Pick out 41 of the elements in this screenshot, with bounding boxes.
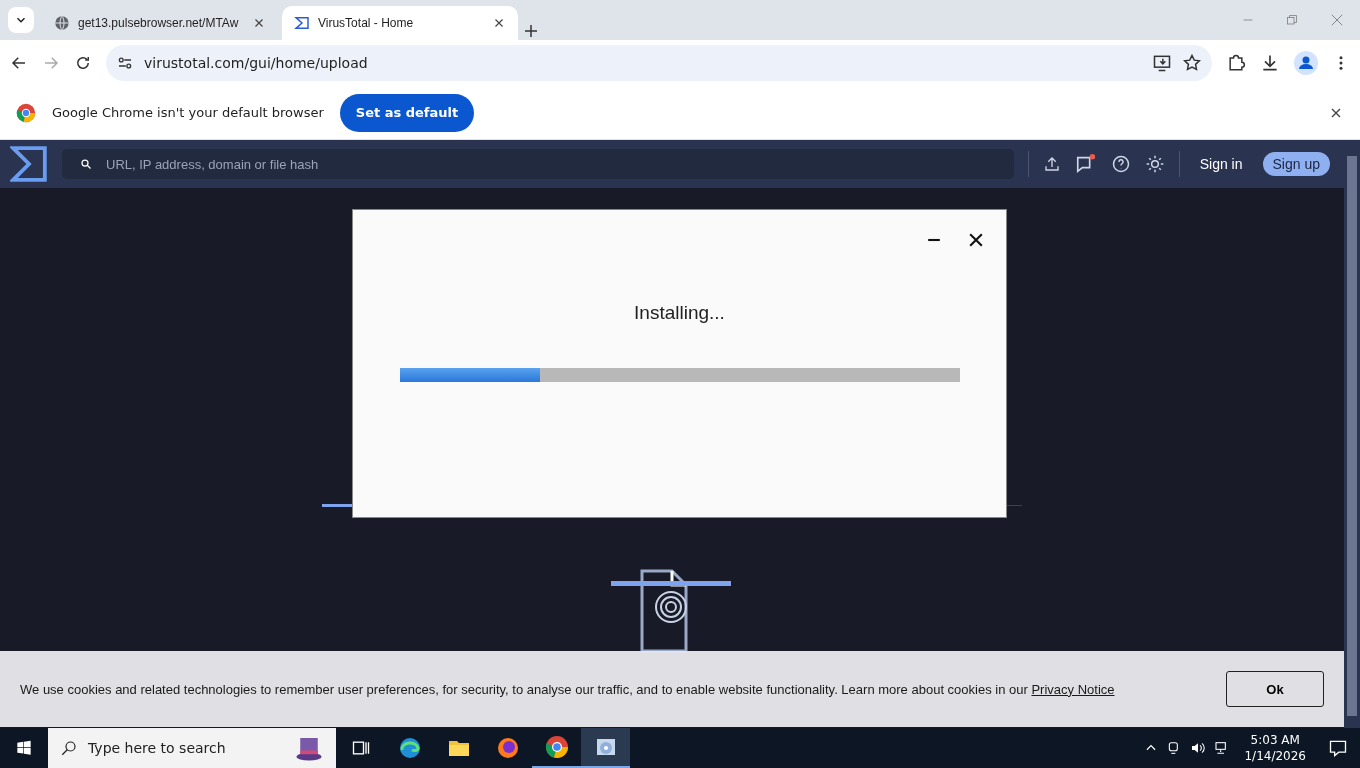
bookmark-star-icon[interactable] bbox=[1182, 53, 1202, 73]
default-browser-message: Google Chrome isn't your default browser bbox=[52, 105, 324, 120]
help-icon[interactable] bbox=[1110, 154, 1131, 174]
install-app-icon[interactable] bbox=[1152, 53, 1172, 73]
sign-in-link[interactable]: Sign in bbox=[1193, 156, 1249, 172]
back-icon[interactable] bbox=[10, 54, 28, 72]
taskbar-search-field[interactable]: Type here to search bbox=[48, 728, 336, 768]
edge-browser-icon[interactable] bbox=[397, 736, 422, 760]
chrome-logo-icon bbox=[16, 102, 36, 123]
chat-notification-icon[interactable] bbox=[1074, 153, 1097, 175]
installing-status: Installing... bbox=[634, 302, 725, 324]
notification-icon[interactable] bbox=[1328, 738, 1348, 758]
search-icon bbox=[80, 158, 92, 170]
browser-tab[interactable]: VirusTotal - Home bbox=[282, 6, 518, 40]
new-tab-icon[interactable] bbox=[522, 22, 540, 40]
globe-icon bbox=[54, 15, 70, 31]
profile-avatar-icon[interactable] bbox=[1294, 51, 1318, 75]
volume-icon[interactable] bbox=[1190, 740, 1207, 756]
ok-button[interactable]: Ok bbox=[1226, 671, 1324, 707]
site-settings-icon[interactable] bbox=[116, 54, 134, 72]
sigma-logo-icon[interactable] bbox=[10, 145, 48, 183]
privacy-notice-link[interactable]: Privacy Notice bbox=[1031, 681, 1115, 697]
cookie-notice: We use cookies and related technologies to remember user preferences, for security, to analyse our traffic, and to enable website functionality. Learn more about cookies in our Privacy Notice bbox=[20, 681, 1116, 697]
taskbar-clock[interactable]: 5:03 AM 1/14/2026 bbox=[1244, 732, 1306, 764]
search-field[interactable]: URL, IP address, domain or file hash bbox=[62, 149, 1014, 179]
sign-up-button[interactable]: Sign up bbox=[1262, 152, 1330, 176]
download-icon[interactable] bbox=[1260, 53, 1280, 73]
browser-tab[interactable]: get13.pulsebrowser.net/MTAw bbox=[42, 6, 278, 40]
search-icon bbox=[60, 739, 78, 757]
reload-icon[interactable] bbox=[74, 54, 92, 72]
restore-icon[interactable] bbox=[1286, 14, 1298, 26]
sun-icon[interactable] bbox=[1144, 154, 1165, 174]
extensions-puzzle-icon[interactable] bbox=[1226, 53, 1246, 73]
set-default-button[interactable]: Set as default bbox=[339, 93, 475, 132]
sigma-logo-icon bbox=[294, 15, 310, 31]
tab-search-button[interactable] bbox=[8, 7, 34, 33]
chrome-icon[interactable] bbox=[544, 735, 569, 759]
address-bar[interactable]: virustotal.com/gui/home/upload bbox=[106, 45, 1212, 81]
upload-icon[interactable] bbox=[1042, 155, 1061, 173]
firefox-icon[interactable] bbox=[495, 736, 520, 760]
windows-start-icon[interactable] bbox=[16, 740, 32, 756]
